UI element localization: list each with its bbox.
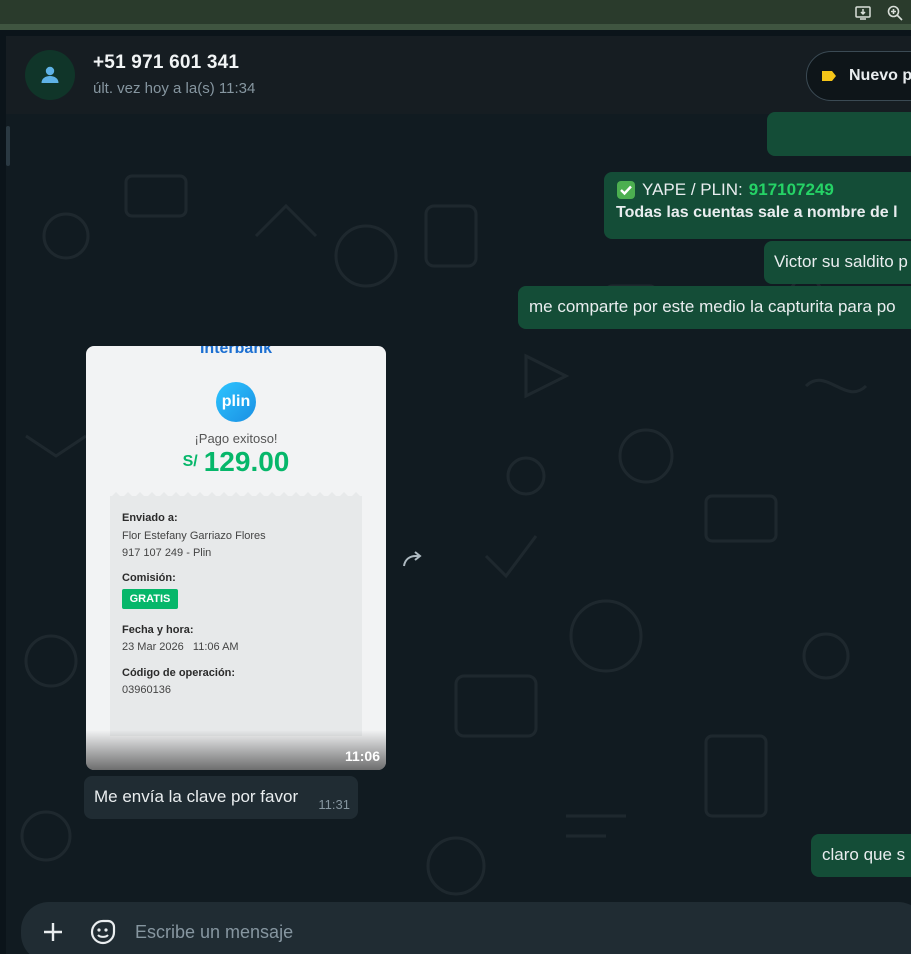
outgoing-message-yape[interactable]: YAPE / PLIN: 917107249 Todas las cuentas…: [604, 172, 911, 239]
outgoing-message-capture[interactable]: me comparte por este medio la capturita …: [518, 286, 911, 329]
message-composer: Escribe un mensaje: [21, 902, 911, 954]
receipt-recipient-phone: 917 107 249 - Plin: [122, 547, 212, 559]
receipt-amount: S/129.00: [86, 446, 386, 478]
receipt-operation-label: Código de operación:: [122, 667, 236, 679]
outgoing-message-claro[interactable]: claro que s: [811, 834, 911, 877]
contact-name[interactable]: +51 971 601 341: [93, 52, 239, 74]
receipt-status: ¡Pago exitoso!: [194, 431, 278, 446]
receipt-brand: Interbank: [199, 346, 272, 357]
outgoing-message-victor[interactable]: Victor su saldito p: [764, 241, 911, 284]
payment-receipt-image[interactable]: Interbank plin ¡Pago exitoso! S/129.00 E…: [86, 346, 386, 770]
check-mark-icon: [617, 181, 635, 199]
yape-account-note: Todas las cuentas sale a nombre de l: [616, 204, 898, 221]
incoming-message-clave[interactable]: Me envía la clave por favor 11:31: [84, 776, 358, 819]
browser-top-strip: [0, 0, 911, 30]
incoming-message-text: Me envía la clave por favor: [94, 787, 299, 806]
strip-edge: [0, 24, 911, 30]
receipt-commission-label: Comisión:: [122, 572, 176, 584]
receipt-shade: [86, 730, 386, 770]
receipt-recipient-name: Flor Estefany Garriazo Flores: [122, 530, 266, 542]
sticker-icon[interactable]: [89, 918, 117, 946]
receipt-datetime-value: 23 Mar 2026 11:06 AM: [122, 641, 239, 653]
receipt-datetime-label: Fecha y hora:: [122, 624, 194, 636]
incoming-message-time: 11:31: [318, 797, 350, 812]
attach-plus-icon[interactable]: [41, 920, 65, 944]
contact-last-seen: últ. vez hoy a la(s) 11:34: [93, 80, 256, 97]
new-label-text: Nuevo p: [849, 67, 911, 84]
receipt-sent-to-label: Enviado a:: [122, 512, 178, 524]
download-screen-icon[interactable]: [854, 4, 872, 22]
label-tag-icon: [822, 71, 836, 81]
plin-logo: plin: [216, 382, 256, 422]
zoom-icon[interactable]: [886, 4, 904, 22]
yape-number: 917107249: [748, 180, 834, 199]
user-icon: [41, 66, 59, 83]
chat-panel: +51 971 601 341 últ. vez hoy a la(s) 11:…: [6, 36, 911, 954]
outgoing-message-partial[interactable]: [767, 112, 911, 156]
forward-icon[interactable]: [400, 546, 426, 572]
yape-label: YAPE / PLIN:: [642, 180, 743, 199]
receipt-brand-bar: Interbank: [86, 346, 386, 357]
receipt-time: 11:06: [344, 748, 380, 764]
message-input[interactable]: Escribe un mensaje: [135, 922, 293, 943]
chat-header: +51 971 601 341 últ. vez hoy a la(s) 11:…: [6, 36, 911, 114]
receipt-amount-value: 129.00: [203, 446, 290, 477]
receipt-currency: S/: [182, 453, 198, 470]
new-label-button[interactable]: Nuevo p: [806, 51, 911, 101]
contact-avatar[interactable]: [25, 50, 75, 100]
receipt-operation-value: 03960136: [122, 684, 171, 696]
receipt-commission-badge: GRATIS: [122, 589, 178, 609]
left-scrollbar[interactable]: [6, 126, 10, 166]
